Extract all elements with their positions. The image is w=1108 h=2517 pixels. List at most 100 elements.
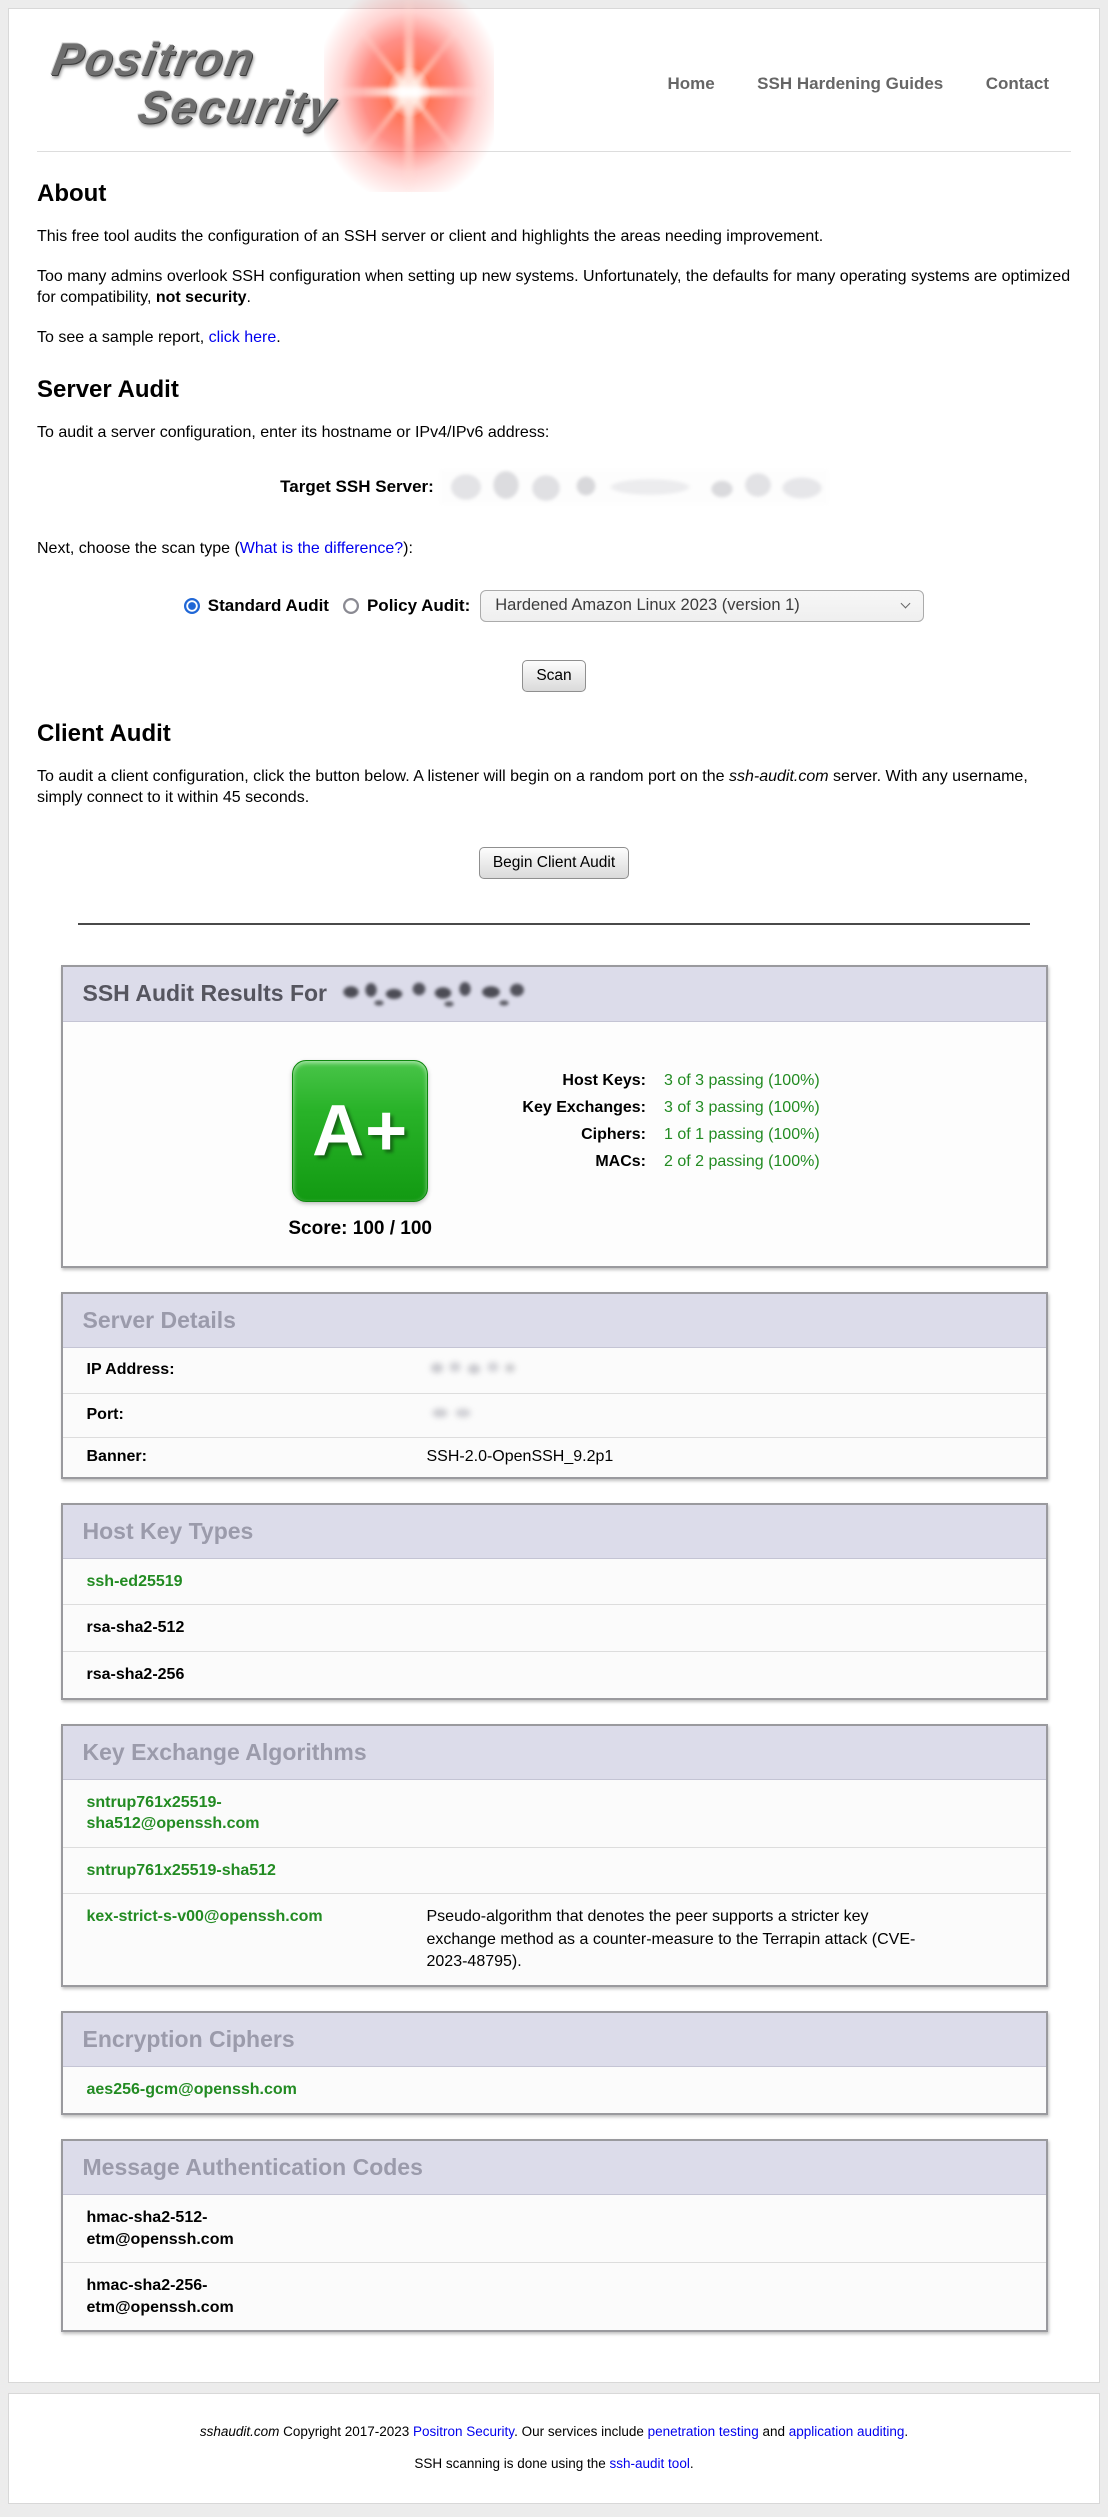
client-audit-domain: ssh-audit.com xyxy=(729,768,829,785)
scan-type-difference-link[interactable]: What is the difference? xyxy=(240,540,403,557)
algorithm-row: hmac-sha2-256-etm@openssh.com xyxy=(63,2262,1046,2330)
detail-label: IP Address: xyxy=(87,1361,427,1379)
policy-select-value: Hardened Amazon Linux 2023 (version 1) xyxy=(495,596,800,615)
stat-value: 3 of 3 passing (100%) xyxy=(664,1099,820,1117)
redacted-value xyxy=(427,1358,519,1378)
algo-panels: Host Key Types ssh-ed25519 rsa-sha2-512 … xyxy=(9,1503,1099,2333)
site-header: Positron Security Home SSH Hardening Gui… xyxy=(9,9,1099,149)
algorithm-name: hmac-sha2-256-etm@openssh.com xyxy=(87,2275,345,2318)
about-paragraph-2: Too many admins overlook SSH configurati… xyxy=(37,266,1071,309)
algorithm-rows: aes256-gcm@openssh.com xyxy=(63,2067,1046,2113)
starburst-ray xyxy=(355,24,462,159)
ssh-audit-tool-link[interactable]: ssh-audit tool xyxy=(610,2456,690,2471)
nav-ssh-hardening-guides-link[interactable]: SSH Hardening Guides xyxy=(757,74,943,93)
panel-title: Encryption Ciphers xyxy=(83,2026,1026,2053)
server-audit-title: Server Audit xyxy=(37,376,1071,404)
algorithm-row: rsa-sha2-512 xyxy=(63,1604,1046,1651)
logo-text-line1: Positron xyxy=(48,32,260,86)
algorithm-row: kex-strict-s-v00@openssh.com Pseudo-algo… xyxy=(63,1893,1046,1985)
scan-button[interactable]: Scan xyxy=(522,660,585,692)
algorithm-row: sntrup761x25519-sha512 xyxy=(63,1847,1046,1894)
algorithm-row: ssh-ed25519 xyxy=(63,1559,1046,1605)
about-p3-period: . xyxy=(276,329,280,346)
about-p2-bold: not security xyxy=(156,289,247,306)
policy-audit-label[interactable]: Policy Audit: xyxy=(367,596,470,616)
policy-audit-radio[interactable] xyxy=(343,598,359,614)
target-server-row: Target SSH Server: xyxy=(37,470,1071,504)
algorithm-panel: Message Authentication Codes hmac-sha2-5… xyxy=(61,2139,1048,2332)
panel-title: Key Exchange Algorithms xyxy=(83,1739,1026,1766)
server-detail-row: Banner: SSH-2.0-OpenSSH_9.2p1 xyxy=(63,1437,1046,1477)
redacted-hostname xyxy=(339,980,539,1008)
stat-label: MACs: xyxy=(496,1153,646,1171)
detail-value xyxy=(427,1404,1022,1427)
page-footer: sshaudit.com Copyright 2017-2023 Positro… xyxy=(8,2393,1100,2504)
algorithm-name: rsa-sha2-512 xyxy=(87,1617,345,1639)
server-details-rows: IP Address: Port: Banner: SSH-2.0-OpenSS… xyxy=(63,1348,1046,1477)
algorithm-rows: hmac-sha2-512-etm@openssh.com hmac-sha2-… xyxy=(63,2195,1046,2330)
footer-period: . xyxy=(904,2424,908,2439)
policy-select[interactable]: Hardened Amazon Linux 2023 (version 1) xyxy=(480,590,924,622)
nav-contact-link[interactable]: Contact xyxy=(986,74,1049,93)
detail-value xyxy=(427,1358,1022,1383)
server-details-panel: Server Details IP Address: Port: Banner:… xyxy=(61,1292,1048,1479)
scan-button-row: Scan xyxy=(37,660,1071,692)
positron-security-logo: Positron Security xyxy=(39,14,579,154)
audit-results-panel: SSH Audit Results For A+ Score: 100 / 10… xyxy=(61,965,1048,1268)
server-details-title: Server Details xyxy=(83,1307,1026,1334)
main-nav: Home SSH Hardening Guides Contact xyxy=(629,74,1049,94)
grade-letter: A+ xyxy=(312,1090,408,1172)
standard-audit-radio[interactable] xyxy=(184,598,200,614)
detail-label: Port: xyxy=(87,1406,427,1424)
algorithm-name: ssh-ed25519 xyxy=(87,1571,345,1593)
client-audit-text: To audit a client configuration, click t… xyxy=(37,768,729,785)
algorithm-name: sntrup761x25519-sha512 xyxy=(87,1860,345,1882)
footer-site-name: sshaudit.com xyxy=(200,2424,280,2439)
about-paragraph-3: To see a sample report, click here. xyxy=(37,327,1071,349)
server-details-header: Server Details xyxy=(63,1294,1046,1348)
audit-results-title: SSH Audit Results For xyxy=(83,980,1026,1008)
server-detail-row: IP Address: xyxy=(63,1348,1046,1393)
scan-type-row: Next, choose the scan type (What is the … xyxy=(37,538,1071,560)
client-audit-paragraph: To audit a client configuration, click t… xyxy=(37,766,1071,809)
starburst-ray xyxy=(355,24,462,159)
sample-report-link[interactable]: click here xyxy=(209,329,277,346)
server-detail-row: Port: xyxy=(63,1393,1046,1437)
main-content-box: Positron Security Home SSH Hardening Gui… xyxy=(8,8,1100,2383)
algorithm-note: Pseudo-algorithm that denotes the peer s… xyxy=(427,1906,927,1973)
chevron-down-icon xyxy=(901,599,911,609)
about-p3-text: To see a sample report, xyxy=(37,329,209,346)
panel-title: Message Authentication Codes xyxy=(83,2154,1026,2181)
footer-and-text: and xyxy=(759,2424,789,2439)
nav-home-link[interactable]: Home xyxy=(667,74,714,93)
results-stats: Host Keys: 3 of 3 passing (100%) Key Exc… xyxy=(496,1072,820,1240)
begin-client-audit-row: Begin Client Audit xyxy=(37,847,1071,879)
algorithm-panel-header: Encryption Ciphers xyxy=(63,2013,1046,2067)
application-auditing-link[interactable]: application auditing xyxy=(789,2424,905,2439)
about-title: About xyxy=(37,180,1071,208)
footer-line1: sshaudit.com Copyright 2017-2023 Positro… xyxy=(19,2424,1089,2439)
stat-label: Ciphers: xyxy=(496,1126,646,1144)
detail-label: Banner: xyxy=(87,1448,427,1466)
algorithm-row: rsa-sha2-256 xyxy=(63,1651,1046,1698)
algorithm-name: aes256-gcm@openssh.com xyxy=(87,2079,345,2101)
footer-services-text: . Our services include xyxy=(514,2424,648,2439)
scan-type-text-after: ): xyxy=(403,540,413,557)
algorithm-panel-header: Message Authentication Codes xyxy=(63,2141,1046,2195)
algorithm-panel: Host Key Types ssh-ed25519 rsa-sha2-512 … xyxy=(61,1503,1048,1700)
target-server-label: Target SSH Server: xyxy=(280,477,434,497)
begin-client-audit-button[interactable]: Begin Client Audit xyxy=(479,847,629,879)
positron-security-link[interactable]: Positron Security xyxy=(413,2424,514,2439)
starburst-icon xyxy=(324,0,494,192)
stat-value: 3 of 3 passing (100%) xyxy=(664,1072,820,1090)
footer-line2: SSH scanning is done using the ssh-audit… xyxy=(19,2456,1089,2471)
footer-line2-period: . xyxy=(690,2456,694,2471)
penetration-testing-link[interactable]: penetration testing xyxy=(648,2424,759,2439)
audit-results-body: A+ Score: 100 / 100 Host Keys: 3 of 3 pa… xyxy=(63,1022,1046,1266)
algorithm-row: sntrup761x25519-sha512@openssh.com xyxy=(63,1780,1046,1847)
redacted-value xyxy=(427,1404,477,1422)
standard-audit-label[interactable]: Standard Audit xyxy=(208,596,329,616)
target-server-input[interactable] xyxy=(440,470,828,504)
algorithm-name: hmac-sha2-512-etm@openssh.com xyxy=(87,2207,345,2250)
server-audit-intro: To audit a server configuration, enter i… xyxy=(37,422,1071,444)
